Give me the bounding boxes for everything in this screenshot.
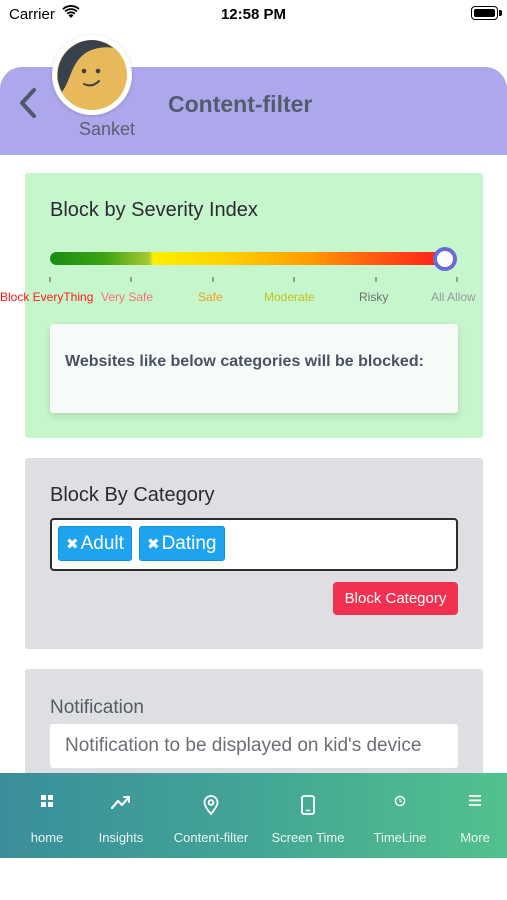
blocked-info-text: Websites like below categories will be b… (65, 353, 424, 370)
bottom-tab-bar: home Insights Content-filter Screen Time… (0, 773, 507, 858)
tag-label: Dating (161, 533, 217, 554)
category-tag-input[interactable]: ✖ Adult ✖ Dating (50, 518, 458, 571)
remove-tag-icon[interactable]: ✖ (147, 536, 160, 553)
tab-label: Content-filter (173, 830, 249, 845)
avatar[interactable] (52, 35, 132, 115)
clock-icon (394, 795, 406, 807)
remove-tag-icon[interactable]: ✖ (66, 536, 79, 553)
avatar-face-icon (57, 40, 127, 110)
tab-label: Screen Time (271, 830, 345, 845)
tab-home[interactable]: home (7, 773, 87, 858)
severity-level-label[interactable]: Very Safe (101, 290, 153, 304)
status-bar: Carrier 12:58 PM (0, 0, 507, 30)
category-title: Block By Category (50, 484, 215, 506)
battery-icon (471, 6, 502, 20)
tab-label: Insights (98, 830, 144, 845)
tab-label: home (30, 830, 64, 845)
category-card: Block By Category ✖ Adult ✖ Dating Block C… (25, 458, 483, 649)
slider-tick (456, 277, 458, 282)
chart-icon (111, 795, 131, 809)
tab-label: TimeLine (373, 830, 427, 845)
severity-level-label[interactable]: Safe (198, 290, 223, 304)
block-category-button[interactable]: Block Category (333, 582, 458, 615)
menu-icon (469, 795, 481, 806)
notification-input[interactable] (50, 724, 458, 768)
back-arrow-icon[interactable] (14, 85, 44, 121)
severity-level-label[interactable]: Block EveryThing (0, 290, 93, 304)
tab-more[interactable]: More (445, 773, 505, 858)
severity-level-label[interactable]: All Allow (431, 290, 476, 304)
slider-tick (49, 277, 51, 282)
tab-screen-time[interactable]: Screen Time (268, 773, 348, 858)
tag-label: Adult (80, 533, 124, 554)
severity-level-label[interactable]: Risky (359, 290, 388, 304)
slider-tick (375, 277, 377, 282)
severity-level-label[interactable]: Moderate (264, 290, 315, 304)
user-name: Sanket (78, 119, 136, 139)
category-tag[interactable]: ✖ Adult (58, 526, 132, 561)
location-pin-icon (203, 795, 219, 815)
category-tag[interactable]: ✖ Dating (139, 526, 225, 561)
clock-time: 12:58 PM (220, 6, 287, 23)
severity-title: Block by Severity Index (50, 199, 258, 221)
slider-tick (293, 277, 295, 282)
slider-tick (212, 277, 214, 282)
severity-card: Block by Severity Index Block EveryThing… (0, 173, 483, 438)
tab-content-filter[interactable]: Content-filter (166, 773, 256, 858)
slider-tick (130, 277, 132, 282)
tab-timeline[interactable]: TimeLine (360, 773, 440, 858)
tab-label: More (460, 830, 490, 845)
severity-slider-track[interactable] (50, 252, 446, 265)
notification-title: Notification (50, 697, 144, 718)
tab-insights[interactable]: Insights (81, 773, 161, 858)
blocked-info-box: Websites like below categories will be b… (50, 324, 458, 413)
severity-slider-thumb[interactable] (433, 247, 457, 271)
phone-icon (301, 795, 315, 815)
page-title: Content-filter (168, 91, 313, 117)
grid-icon (41, 795, 53, 807)
